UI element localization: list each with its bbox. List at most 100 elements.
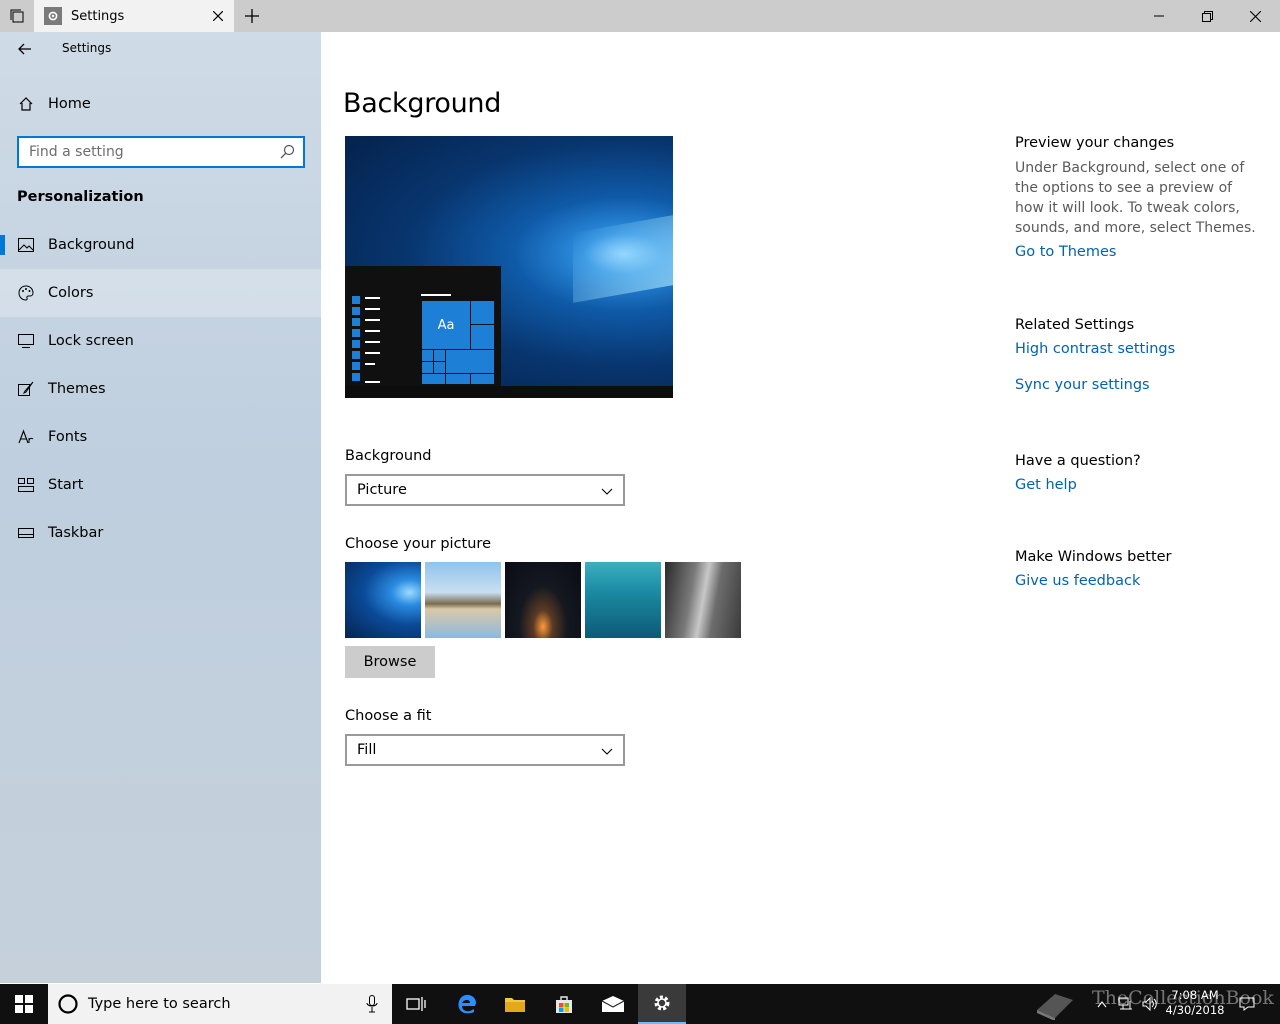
start-button[interactable]: [0, 984, 48, 1024]
fit-dropdown-value: Fill: [357, 742, 377, 758]
lock-screen-icon: [18, 333, 34, 349]
store-button[interactable]: [540, 984, 588, 1024]
action-center-button[interactable]: [1236, 984, 1258, 1024]
new-tab-button[interactable]: [240, 4, 264, 28]
gear-icon: [654, 995, 670, 1011]
book-logo-icon: [1037, 994, 1073, 1020]
title-bar: Settings: [0, 0, 1280, 32]
watermark-logo: [1030, 984, 1080, 1024]
sidebar-item-home[interactable]: Home: [0, 84, 321, 124]
preview-tile: Aa: [421, 300, 471, 350]
minimize-icon: [1154, 15, 1164, 17]
go-to-themes-link[interactable]: Go to Themes: [1015, 244, 1265, 260]
chevron-down-icon: [601, 488, 613, 495]
tab-title: Settings: [71, 8, 125, 24]
folder-icon: [505, 998, 525, 1012]
get-help-link[interactable]: Get help: [1015, 477, 1265, 493]
related-settings-section: Related Settings High contrast settings …: [1015, 317, 1265, 393]
picture-thumbnail-windows[interactable]: [345, 562, 421, 638]
start-icon: [18, 477, 34, 493]
sidebar-item-fonts[interactable]: Fonts: [0, 413, 321, 461]
volume-icon: [1142, 997, 1157, 1011]
picture-icon: [18, 237, 34, 253]
fit-dropdown[interactable]: Fill: [345, 734, 625, 766]
task-view-button[interactable]: [392, 984, 440, 1024]
browse-button[interactable]: Browse: [345, 646, 435, 678]
chevron-up-icon: [1097, 1001, 1107, 1008]
edge-icon: [458, 994, 476, 1014]
clock[interactable]: 7:08 AM 4/30/2018: [1160, 988, 1230, 1018]
sidebar-item-label: Home: [48, 96, 91, 112]
back-button[interactable]: [12, 38, 38, 60]
main-content: Background Aa Background Picture Choose …: [321, 32, 1280, 983]
sidebar-item-lock-screen[interactable]: Lock screen: [0, 317, 321, 365]
preview-description: Under Background, select one of the opti…: [1015, 160, 1256, 236]
sidebar-item-label: Taskbar: [48, 525, 104, 541]
picture-thumbnail-rock[interactable]: [665, 562, 741, 638]
store-bag-icon: [556, 996, 572, 1013]
close-tab-button[interactable]: [210, 8, 226, 24]
volume-button[interactable]: [1140, 984, 1160, 1024]
sidebar-item-themes[interactable]: Themes: [0, 365, 321, 413]
edge-button[interactable]: [443, 984, 491, 1024]
mail-icon: [601, 996, 625, 1012]
sidebar-item-label: Background: [48, 237, 135, 253]
settings-tab[interactable]: Settings: [34, 0, 234, 32]
sidebar-item-label: Colors: [48, 285, 94, 301]
background-dropdown[interactable]: Picture: [345, 474, 625, 506]
home-icon: [18, 96, 34, 112]
sidebar-item-background[interactable]: Background: [0, 221, 321, 269]
settings-taskbar-button[interactable]: [638, 984, 686, 1024]
sidebar-item-label: Themes: [48, 381, 106, 397]
related-settings-heading: Related Settings: [1015, 317, 1135, 333]
search-box[interactable]: [17, 136, 305, 168]
taskbar-search-box[interactable]: Type here to search: [48, 984, 392, 1024]
picture-thumbnail-beach[interactable]: [425, 562, 501, 638]
sidebar-item-colors[interactable]: Colors: [0, 269, 321, 317]
sidebar-item-label: Start: [48, 477, 84, 493]
sidebar-item-taskbar[interactable]: Taskbar: [0, 509, 321, 557]
minimize-button[interactable]: [1136, 0, 1182, 32]
picture-thumbnails: [345, 562, 741, 638]
taskbar: Type here to search TheCollectionBook 7:…: [0, 984, 1280, 1024]
set-aside-tabs-button[interactable]: [0, 0, 34, 32]
windows-light-glow: [573, 215, 673, 303]
preview-info-section: Preview your changes Under Background, s…: [1015, 135, 1265, 260]
restore-button[interactable]: [1184, 0, 1230, 32]
tabs-icon: [10, 9, 24, 23]
task-view-icon: [406, 997, 426, 1011]
background-label: Background: [345, 448, 432, 464]
sidebar: Settings Home Personalization Background…: [0, 32, 321, 983]
picture-thumbnail-night-sky[interactable]: [505, 562, 581, 638]
choose-fit-label: Choose a fit: [345, 708, 432, 724]
microphone-icon[interactable]: [366, 995, 378, 1013]
sidebar-item-start[interactable]: Start: [0, 461, 321, 509]
network-button[interactable]: [1116, 984, 1136, 1024]
background-dropdown-value: Picture: [357, 482, 407, 498]
mail-button[interactable]: [589, 984, 637, 1024]
search-input[interactable]: [29, 144, 269, 160]
taskbar-icon: [18, 525, 34, 541]
high-contrast-link[interactable]: High contrast settings: [1015, 341, 1265, 357]
sync-settings-link[interactable]: Sync your settings: [1015, 377, 1265, 393]
file-explorer-button[interactable]: [491, 984, 539, 1024]
question-section: Have a question? Get help: [1015, 453, 1265, 493]
network-icon: [1118, 997, 1132, 1010]
picture-thumbnail-underwater[interactable]: [585, 562, 661, 638]
back-arrow-icon: [18, 43, 31, 55]
preview-start-menu: Aa: [345, 266, 501, 398]
preview-heading: Preview your changes: [1015, 135, 1175, 151]
fonts-icon: [18, 429, 34, 445]
section-heading: Personalization: [17, 189, 144, 205]
close-window-button[interactable]: [1232, 0, 1278, 32]
give-feedback-link[interactable]: Give us feedback: [1015, 573, 1265, 589]
search-icon[interactable]: [279, 144, 295, 160]
feedback-section: Make Windows better Give us feedback: [1015, 549, 1265, 589]
show-hidden-icons-button[interactable]: [1094, 984, 1110, 1024]
choose-picture-label: Choose your picture: [345, 536, 491, 552]
desktop-preview: Aa: [345, 136, 673, 398]
sidebar-header: Settings: [0, 32, 321, 66]
restore-icon: [1201, 10, 1213, 22]
app-title: Settings: [62, 41, 112, 55]
preview-taskbar: [345, 386, 673, 398]
